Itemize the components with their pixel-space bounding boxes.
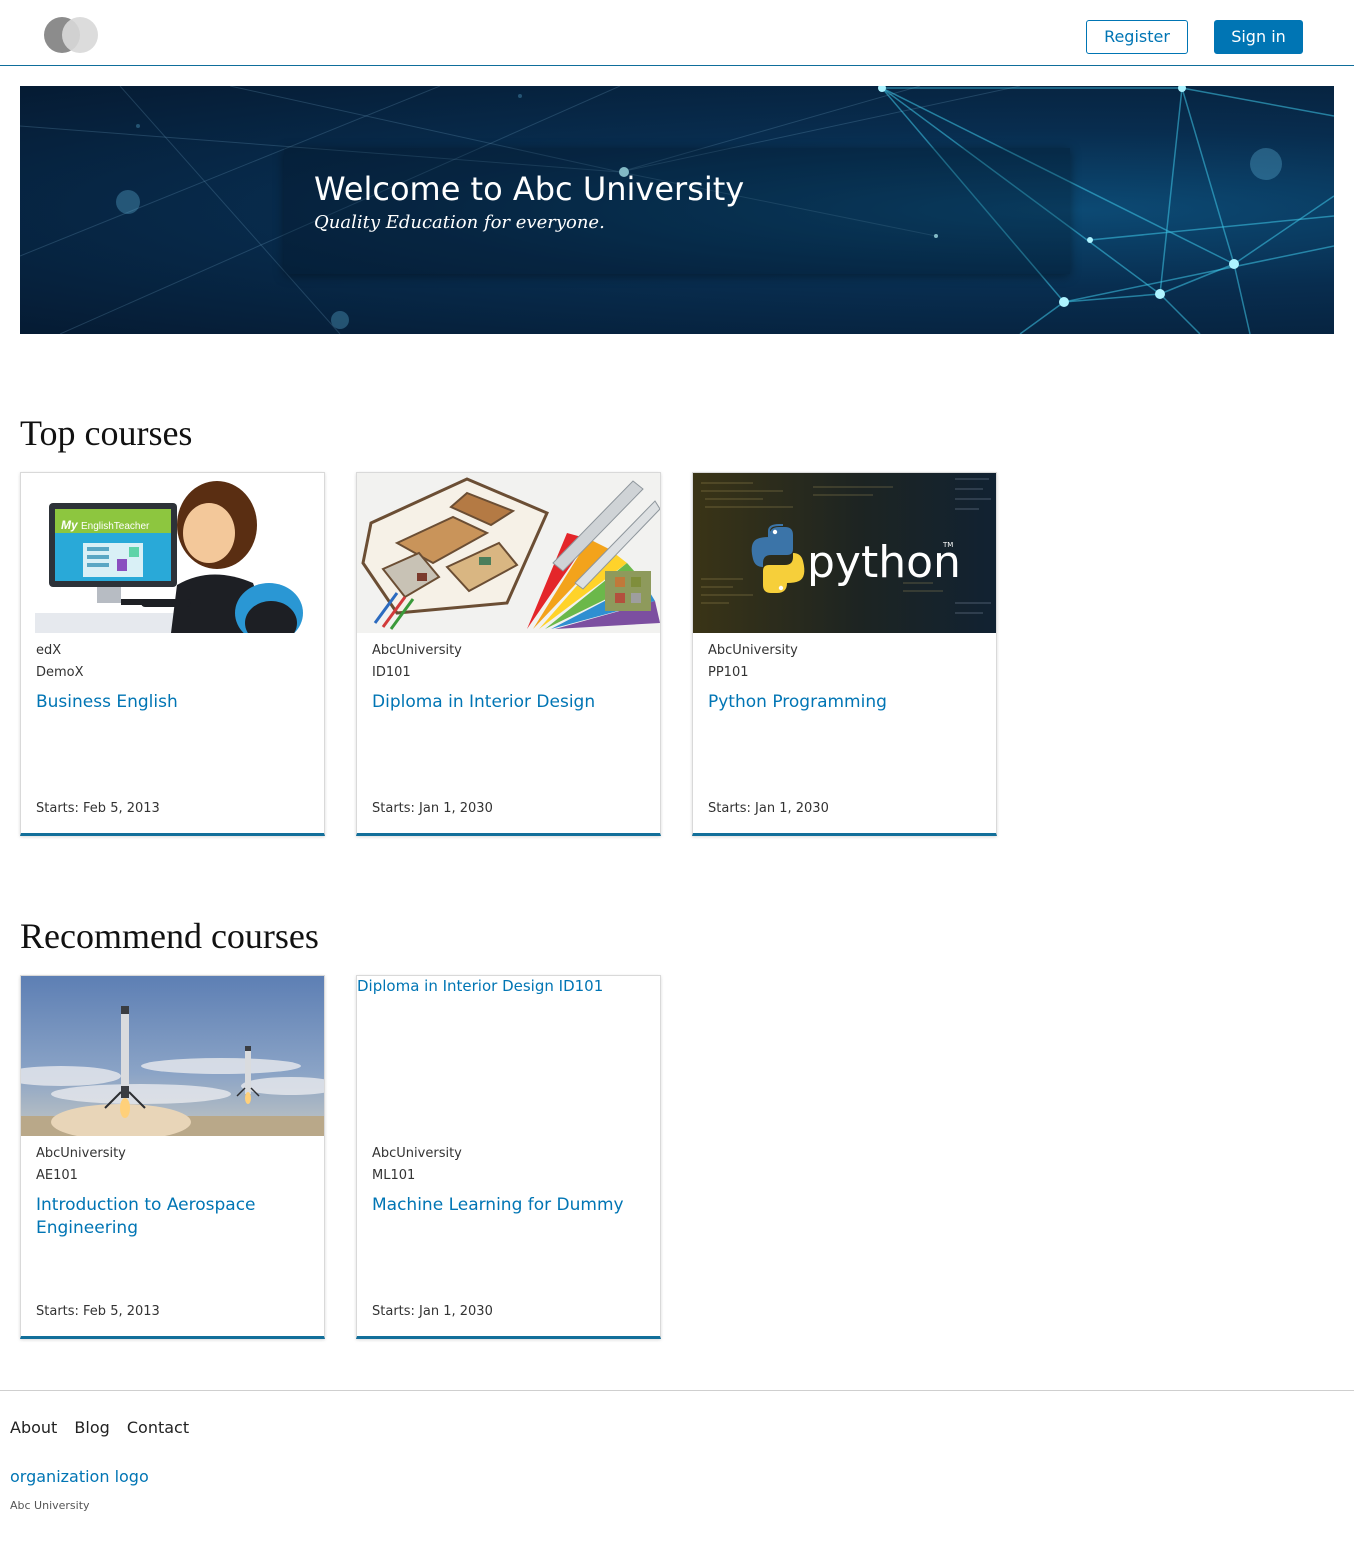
- footer-link-about[interactable]: About: [10, 1418, 57, 1437]
- course-title-link[interactable]: Introduction to Aerospace Engineering: [36, 1194, 311, 1240]
- course-start-date: Starts: Feb 5, 2013: [36, 801, 160, 816]
- footer-nav: About Blog Contact: [10, 1418, 201, 1437]
- course-card-business-english[interactable]: My EnglishTeacher edX DemoX Business Eng…: [20, 472, 325, 836]
- hero-banner: Welcome to Abc University Quality Educat…: [20, 86, 1334, 334]
- course-title-link[interactable]: Diploma in Interior Design: [372, 691, 647, 714]
- course-org: AbcUniversity: [372, 643, 462, 658]
- course-start-date: Starts: Jan 1, 2030: [372, 1304, 493, 1319]
- python-trademark: TM: [942, 541, 953, 549]
- course-image-python-logo: python TM: [693, 473, 996, 633]
- course-start-date: Starts: Jan 1, 2030: [372, 801, 493, 816]
- course-title-link[interactable]: Business English: [36, 691, 311, 714]
- course-title-link[interactable]: Python Programming: [708, 691, 983, 714]
- hero-subtitle: Quality Education for everyone.: [314, 212, 605, 233]
- site-header: Register Sign in: [0, 0, 1354, 66]
- course-org: AbcUniversity: [372, 1146, 462, 1161]
- course-start-date: Starts: Feb 5, 2013: [36, 1304, 160, 1319]
- broken-image-alt-text[interactable]: Diploma in Interior Design ID101: [357, 977, 603, 995]
- course-code: ML101: [372, 1168, 416, 1183]
- course-code: ID101: [372, 665, 411, 680]
- course-image-interior-floorplan: [357, 473, 660, 633]
- course-org: AbcUniversity: [708, 643, 798, 658]
- sign-in-button[interactable]: Sign in: [1214, 20, 1303, 54]
- course-title-link[interactable]: Machine Learning for Dummy: [372, 1194, 647, 1217]
- course-org: AbcUniversity: [36, 1146, 126, 1161]
- svg-text:EnglishTeacher: EnglishTeacher: [81, 521, 150, 532]
- recommend-courses-heading: Recommend courses: [20, 916, 319, 956]
- course-card-python-programming[interactable]: python TM AbcUniversity PP101 Python Pro…: [692, 472, 997, 836]
- course-image-english-teacher: My EnglishTeacher: [21, 473, 324, 633]
- course-image-missing: Diploma in Interior Design ID101: [357, 976, 660, 1136]
- course-code: PP101: [708, 665, 749, 680]
- footer-link-blog[interactable]: Blog: [74, 1418, 109, 1437]
- course-code: DemoX: [36, 665, 84, 680]
- course-card-aerospace-engineering[interactable]: AbcUniversity AE101 Introduction to Aero…: [20, 975, 325, 1339]
- top-courses-heading: Top courses: [20, 413, 193, 453]
- register-button[interactable]: Register: [1086, 20, 1188, 54]
- course-start-date: Starts: Jan 1, 2030: [708, 801, 829, 816]
- course-code: AE101: [36, 1168, 78, 1183]
- svg-text:My: My: [61, 518, 79, 532]
- footer-copyright: Abc University: [10, 1499, 90, 1512]
- course-image-rocket-landing: [21, 976, 324, 1136]
- course-card-machine-learning[interactable]: Diploma in Interior Design ID101 AbcUniv…: [356, 975, 661, 1339]
- course-org: edX: [36, 643, 62, 658]
- python-wordmark: python: [807, 537, 961, 588]
- site-logo-icon[interactable]: [44, 17, 98, 53]
- hero-text-panel: [284, 148, 1070, 274]
- hero-title: Welcome to Abc University: [314, 170, 745, 208]
- organization-logo-link[interactable]: organization logo: [10, 1467, 149, 1486]
- course-card-interior-design[interactable]: AbcUniversity ID101 Diploma in Interior …: [356, 472, 661, 836]
- footer-divider: [0, 1390, 1354, 1391]
- footer-link-contact[interactable]: Contact: [127, 1418, 189, 1437]
